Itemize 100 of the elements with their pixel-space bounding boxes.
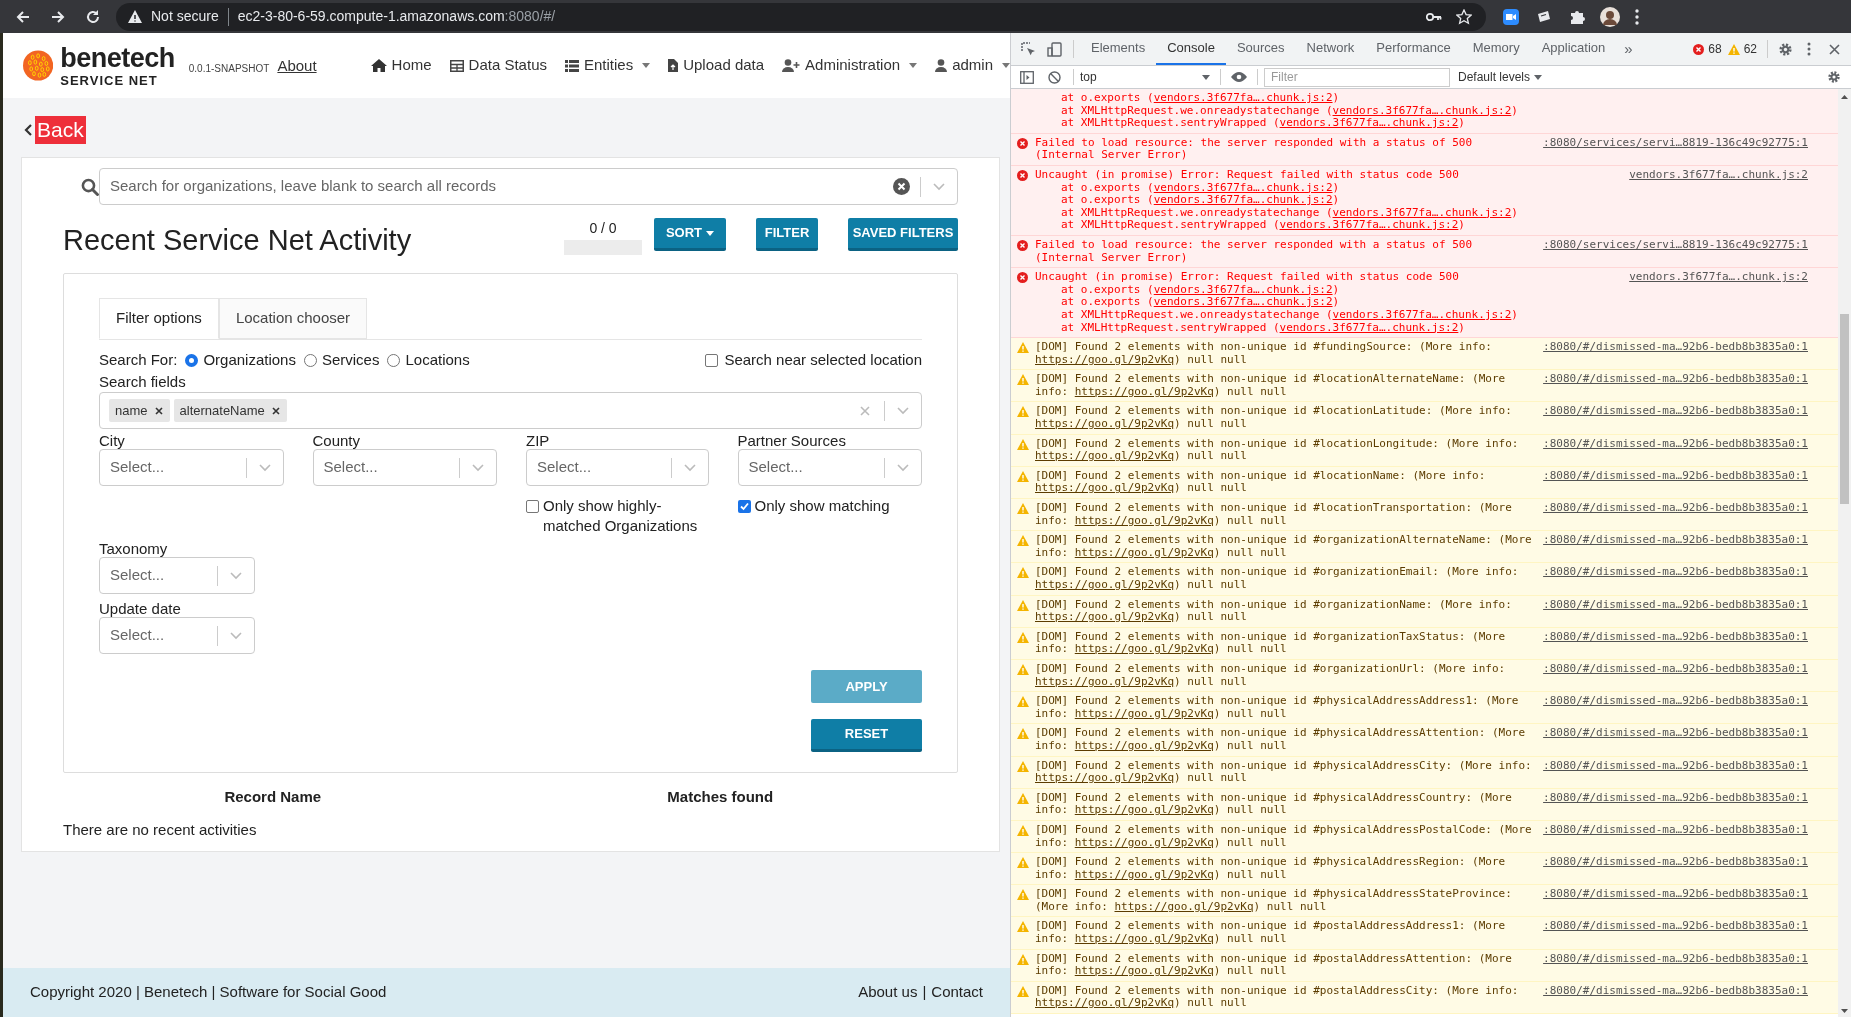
- devtools-tab[interactable]: Performance: [1365, 33, 1462, 65]
- scrollbar-thumb[interactable]: [1840, 314, 1849, 504]
- about-link[interactable]: About: [277, 55, 317, 78]
- select-field[interactable]: Select...: [312, 449, 497, 486]
- source-link[interactable]: :8080/#/dismissed-ma…92b6-bedb8b3835a0:1: [1543, 727, 1838, 753]
- source-link[interactable]: vendors.3f677fa….chunk.js:2: [1629, 168, 1838, 232]
- message-link[interactable]: https://goo.gl/9p2vKq: [1074, 835, 1214, 849]
- checkbox[interactable]: [737, 500, 751, 513]
- filter-tab[interactable]: Filter options: [99, 298, 219, 339]
- source-link[interactable]: :8080/#/dismissed-ma…92b6-bedb8b3835a0:1: [1543, 437, 1838, 463]
- message-link[interactable]: https://goo.gl/9p2vKq: [1074, 513, 1214, 527]
- message-link[interactable]: https://goo.gl/9p2vKq: [1035, 610, 1175, 624]
- message-link[interactable]: https://goo.gl/9p2vKq: [1074, 738, 1214, 752]
- message-link[interactable]: https://goo.gl/9p2vKq: [1035, 352, 1175, 366]
- message-link[interactable]: https://goo.gl/9p2vKq: [1035, 578, 1175, 591]
- source-link[interactable]: :8080/#/dismissed-ma…92b6-bedb8b3835a0:1: [1543, 920, 1838, 946]
- extension-icon[interactable]: [1536, 9, 1552, 24]
- action-button[interactable]: SAVED FILTERS: [848, 218, 958, 251]
- source-link[interactable]: :8080/#/dismissed-ma…92b6-bedb8b3835a0:1: [1543, 502, 1838, 528]
- stack-link[interactable]: vendors.3f677fa….chunk.js:2: [1153, 295, 1333, 309]
- stack-link[interactable]: vendors.3f677fa….chunk.js:2: [1332, 103, 1512, 117]
- remove-icon[interactable]: [154, 406, 163, 415]
- stack-link[interactable]: vendors.3f677fa….chunk.js:2: [1153, 193, 1333, 207]
- message-link[interactable]: https://goo.gl/9p2vKq: [1074, 642, 1214, 656]
- message-link[interactable]: https://goo.gl/9p2vKq: [1035, 674, 1175, 688]
- action-button[interactable]: FILTER: [756, 218, 818, 251]
- footer-link[interactable]: Contact: [931, 981, 983, 1004]
- remove-icon[interactable]: [271, 406, 280, 415]
- select-field[interactable]: Select...: [737, 449, 922, 486]
- search-field[interactable]: Search for organizations, leave blank to search all records: [98, 168, 958, 205]
- levels-dropdown[interactable]: Default levels: [1458, 68, 1543, 86]
- back-button[interactable]: Back: [35, 116, 86, 144]
- more-icon[interactable]: [1807, 42, 1811, 56]
- nav-link[interactable]: Data Status: [449, 54, 547, 77]
- message-link[interactable]: https://goo.gl/9p2vKq: [1035, 417, 1175, 431]
- source-link[interactable]: :8080/#/dismissed-ma…92b6-bedb8b3835a0:1: [1543, 598, 1838, 624]
- source-link[interactable]: :8080/#/dismissed-ma…92b6-bedb8b3835a0:1: [1543, 823, 1838, 850]
- error-count[interactable]: 68: [1708, 40, 1722, 58]
- camera-extension-icon[interactable]: [1503, 8, 1519, 25]
- radio-button[interactable]: [303, 353, 317, 367]
- stack-link[interactable]: vendors.3f677fa….chunk.js:2: [1279, 218, 1459, 232]
- nav-link[interactable]: admin: [935, 54, 1010, 77]
- action-button[interactable]: SORT: [654, 218, 726, 251]
- message-link[interactable]: https://goo.gl/9p2vKq: [1035, 771, 1175, 785]
- eye-icon[interactable]: [1231, 72, 1247, 82]
- source-link[interactable]: vendors.3f677fa….chunk.js:2: [1629, 271, 1838, 335]
- forward-icon[interactable]: [50, 8, 66, 25]
- source-link[interactable]: :8080/#/dismissed-ma…92b6-bedb8b3835a0:1: [1543, 662, 1838, 689]
- star-icon[interactable]: [1456, 8, 1472, 25]
- source-link[interactable]: :8080/#/dismissed-ma…92b6-bedb8b3835a0:1: [1543, 856, 1838, 882]
- tags-field[interactable]: name alternateName: [99, 392, 922, 429]
- message-link[interactable]: https://goo.gl/9p2vKq: [1035, 996, 1175, 1010]
- message-link[interactable]: https://goo.gl/9p2vKq: [1035, 481, 1175, 495]
- nav-link[interactable]: Administration: [782, 54, 918, 77]
- message-link[interactable]: https://goo.gl/9p2vKq: [1074, 706, 1214, 720]
- inspect-icon[interactable]: [1021, 41, 1036, 57]
- source-link[interactable]: :8080/#/dismissed-ma…92b6-bedb8b3835a0:1: [1543, 888, 1838, 914]
- source-link[interactable]: :8080/#/dismissed-ma…92b6-bedb8b3835a0:1: [1543, 341, 1838, 367]
- nav-link[interactable]: Upload data: [668, 54, 765, 77]
- scrollbar[interactable]: [1838, 89, 1851, 1017]
- devtools-tab[interactable]: Console: [1156, 33, 1226, 65]
- message-link[interactable]: https://goo.gl/9p2vKq: [1074, 932, 1214, 946]
- message-link[interactable]: https://goo.gl/9p2vKq: [1074, 803, 1214, 817]
- source-link[interactable]: :8080/services/servi…8819-136c49c92775:1: [1543, 238, 1838, 265]
- message-link[interactable]: https://goo.gl/9p2vKq: [1074, 867, 1214, 881]
- devtools-tab[interactable]: Network: [1295, 33, 1366, 65]
- source-link[interactable]: :8080/#/dismissed-ma…92b6-bedb8b3835a0:1: [1543, 984, 1838, 1011]
- devtools-tab[interactable]: Memory: [1461, 33, 1531, 65]
- puzzle-icon[interactable]: [1569, 8, 1585, 25]
- source-link[interactable]: :8080/#/dismissed-ma…92b6-bedb8b3835a0:1: [1543, 952, 1838, 978]
- select-field[interactable]: Select...: [99, 617, 255, 654]
- source-link[interactable]: :8080/#/dismissed-ma…92b6-bedb8b3835a0:1: [1543, 534, 1838, 560]
- filter-field[interactable]: Filter: [1264, 67, 1450, 87]
- source-link[interactable]: :8080/#/dismissed-ma…92b6-bedb8b3835a0:1: [1543, 791, 1838, 817]
- reload-icon[interactable]: [85, 8, 101, 25]
- source-link[interactable]: :8080/#/dismissed-ma…92b6-bedb8b3835a0:1: [1543, 405, 1838, 431]
- message-link[interactable]: https://goo.gl/9p2vKq: [1074, 964, 1214, 978]
- nav-link[interactable]: Entities: [565, 54, 651, 77]
- stack-link[interactable]: vendors.3f677fa….chunk.js:2: [1279, 116, 1459, 130]
- stack-link[interactable]: vendors.3f677fa….chunk.js:2: [1153, 282, 1333, 296]
- stack-link[interactable]: vendors.3f677fa….chunk.js:2: [1153, 91, 1333, 104]
- radio-button[interactable]: [387, 353, 401, 367]
- key-icon[interactable]: [1426, 11, 1442, 22]
- devtools-tab[interactable]: Elements: [1080, 33, 1157, 65]
- message-link[interactable]: https://goo.gl/9p2vKq: [1074, 545, 1214, 559]
- source-link[interactable]: :8080/#/dismissed-ma…92b6-bedb8b3835a0:1: [1543, 566, 1838, 592]
- address-bar[interactable]: Not secure ec2-3-80-6-59.compute-1.amazonaws.com:8080/#/: [116, 2, 1486, 31]
- context-select[interactable]: top: [1080, 68, 1210, 86]
- message-link[interactable]: https://goo.gl/9p2vKq: [1114, 899, 1254, 913]
- warning-count[interactable]: 62: [1743, 40, 1757, 58]
- message-link[interactable]: https://goo.gl/9p2vKq: [1035, 449, 1175, 463]
- select-field[interactable]: Select...: [99, 449, 284, 486]
- sidebar-icon[interactable]: [1020, 70, 1034, 84]
- checkbox[interactable]: [526, 500, 539, 513]
- clear-console-icon[interactable]: [1048, 70, 1061, 84]
- stack-link[interactable]: vendors.3f677fa….chunk.js:2: [1279, 320, 1459, 334]
- more-icon[interactable]: [1635, 8, 1639, 25]
- filter-tab[interactable]: Location chooser: [218, 298, 368, 339]
- select-field[interactable]: Select...: [526, 449, 709, 486]
- stack-link[interactable]: vendors.3f677fa….chunk.js:2: [1153, 180, 1333, 194]
